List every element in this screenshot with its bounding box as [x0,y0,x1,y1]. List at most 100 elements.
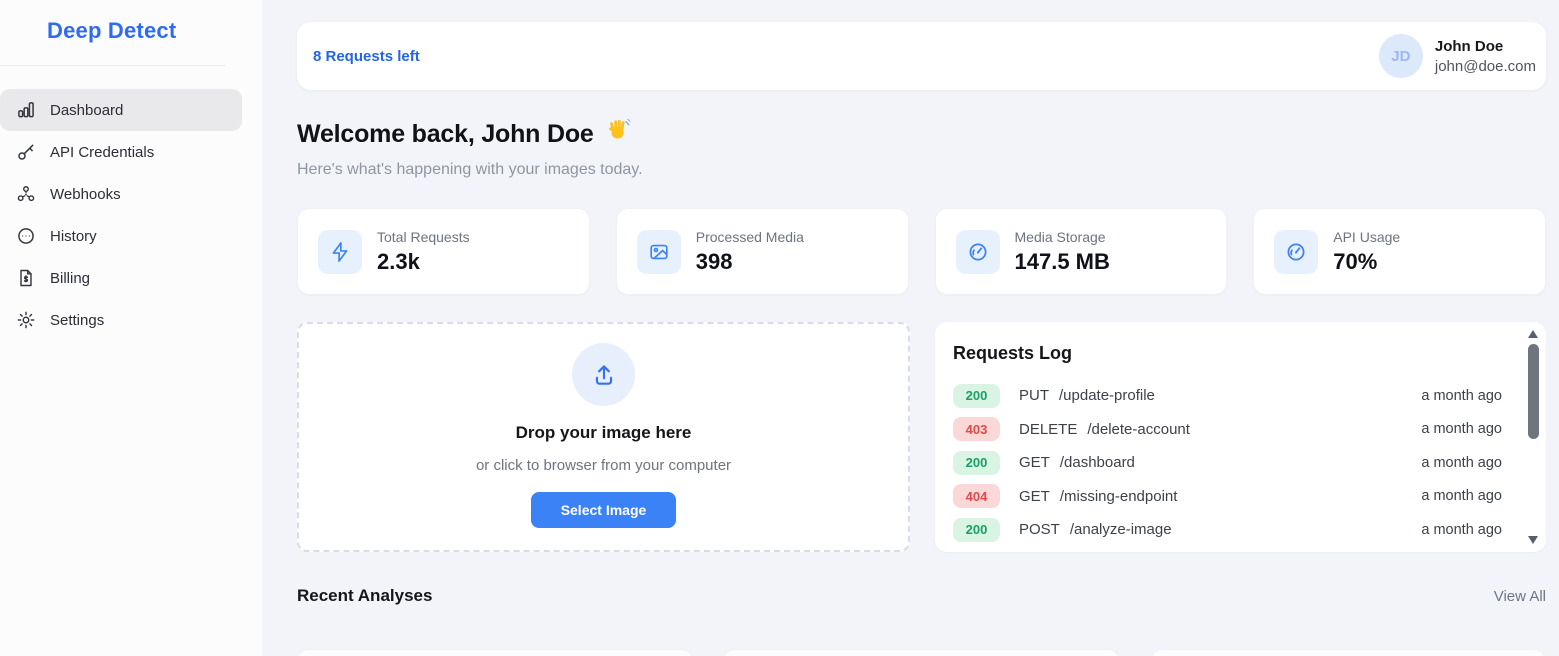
select-image-button[interactable]: Select Image [530,492,677,528]
scroll-up-icon[interactable] [1528,330,1538,338]
stat-label: Media Storage [1014,228,1106,245]
stat-label: Processed Media [695,228,804,245]
sidebar-divider [0,65,226,66]
log-row: 404 GET /missing-endpoint a month ago [953,480,1502,514]
user-email: john@doe.com [1434,57,1536,75]
http-method: POST [1019,521,1060,539]
status-badge: 200 [953,383,1000,408]
user-menu[interactable]: JD John Doe john@doe.com [1378,34,1536,78]
stat-value: 147.5 MB [1014,248,1110,274]
status-badge: 200 [953,517,1000,542]
http-method: GET [1019,454,1050,472]
scroll-down-icon[interactable] [1528,536,1538,544]
requests-log-list: 200 PUT /update-profile a month ago 403 … [953,379,1502,547]
recent-analyses-title: Recent Analyses [297,586,433,605]
main-content: 8 Requests left JD John Doe john@doe.com… [262,0,1559,656]
sidebar-item-dashboard[interactable]: Dashboard [0,89,242,131]
stat-value: 2.3k [377,248,420,274]
stat-text: API Usage 70% [1333,229,1400,275]
sidebar-item-webhooks[interactable]: Webhooks [0,173,242,215]
sidebar-item-billing[interactable]: Billing [0,257,242,299]
http-method: GET [1019,487,1050,505]
user-info: John Doe john@doe.com [1435,38,1536,75]
app-window: Deep Detect Dashboard API Credentials We… [0,0,1559,656]
sidebar-item-label: Settings [50,311,105,329]
sidebar-item-label: History [50,227,97,245]
sidebar: Deep Detect Dashboard API Credentials We… [0,0,262,656]
middle-row: Drop your image here or click to browser… [297,322,1546,552]
sidebar-item-settings[interactable]: Settings [0,299,242,341]
sidebar-nav: Dashboard API Credentials Webhooks Histo… [0,89,262,341]
analysis-card [297,649,694,656]
billing-icon [15,268,36,289]
analysis-card [1149,649,1546,656]
welcome-section: Welcome back, John Doe Here's what's hap… [297,117,1546,179]
endpoint-path: /missing-endpoint [1059,487,1178,505]
dropzone-subtitle: or click to browser from your computer [475,457,732,474]
app-logo: Deep Detect [47,18,177,43]
key-icon [15,142,36,163]
scrollbar-thumb[interactable] [1528,344,1539,439]
stat-card-total-requests: Total Requests 2.3k [297,208,590,295]
welcome-subtitle: Here's what's happening with your images… [297,161,643,178]
top-bar: 8 Requests left JD John Doe john@doe.com [297,22,1546,90]
status-badge: 200 [953,450,1000,475]
requests-left-badge: 8 Requests left [313,47,420,65]
timestamp: a month ago [1421,488,1502,505]
stat-label: Total Requests [377,228,470,245]
requests-log-title: Requests Log [953,343,1073,363]
stat-value: 398 [695,248,733,274]
sidebar-item-label: Dashboard [50,101,124,119]
stat-card-api-usage: API Usage 70% [1253,208,1546,295]
requests-log-panel: Requests Log 200 PUT /update-profile a m… [935,322,1546,552]
gauge-icon [955,229,1000,274]
gear-icon [15,310,36,331]
endpoint-path: /analyze-image [1069,521,1172,539]
stat-value: 70% [1333,248,1378,274]
recent-analyses-grid [297,649,1546,656]
timestamp: a month ago [1421,387,1502,404]
avatar: JD [1378,34,1423,78]
analysis-card [723,649,1120,656]
stat-text: Media Storage 147.5 MB [1015,229,1110,275]
stat-card-media-storage: Media Storage 147.5 MB [934,208,1228,295]
stat-text: Processed Media 398 [696,229,804,275]
stats-row: Total Requests 2.3k Processed Media 398 [297,208,1546,295]
waving-hand-emoji-icon [604,117,631,151]
sidebar-item-api-credentials[interactable]: API Credentials [0,131,242,173]
sidebar-item-history[interactable]: History [0,215,242,257]
zap-icon [318,229,362,274]
webhook-icon [15,184,36,205]
log-row: 403 DELETE /delete-account a month ago [953,413,1502,447]
recent-analyses-header: Recent Analyses View All [297,586,1546,606]
page-title: Welcome back, John Doe [297,117,1546,151]
sidebar-item-label: Webhooks [50,185,121,203]
user-name: John Doe [1434,37,1504,55]
image-dropzone[interactable]: Drop your image here or click to browser… [297,322,910,552]
welcome-text: Welcome back, John Doe [297,119,594,148]
stat-text: Total Requests 2.3k [377,229,470,275]
timestamp: a month ago [1421,454,1502,471]
timestamp: a month ago [1421,521,1502,538]
status-badge: 403 [953,417,1000,442]
timestamp: a month ago [1421,421,1502,438]
bar-chart-icon [15,100,36,121]
sidebar-item-label: Billing [50,269,91,287]
log-row: 200 POST /analyze-image a month ago [953,513,1502,547]
stat-card-processed-media: Processed Media 398 [615,208,909,295]
view-all-link[interactable]: View All [1494,588,1546,605]
log-row: 200 PUT /update-profile a month ago [953,379,1502,413]
gauge-icon [1274,229,1319,274]
sidebar-item-label: API Credentials [50,143,155,161]
dropzone-title: Drop your image here [515,423,692,442]
status-badge: 404 [953,484,1000,509]
log-scrollbar[interactable] [1527,328,1540,546]
image-icon [636,229,681,274]
upload-icon [572,343,635,406]
history-icon [15,226,36,247]
log-row: 200 GET /dashboard a month ago [953,446,1502,480]
http-method: PUT [1019,387,1049,405]
stat-label: API Usage [1333,228,1401,245]
http-method: DELETE [1019,420,1078,438]
endpoint-path: /dashboard [1059,454,1135,472]
